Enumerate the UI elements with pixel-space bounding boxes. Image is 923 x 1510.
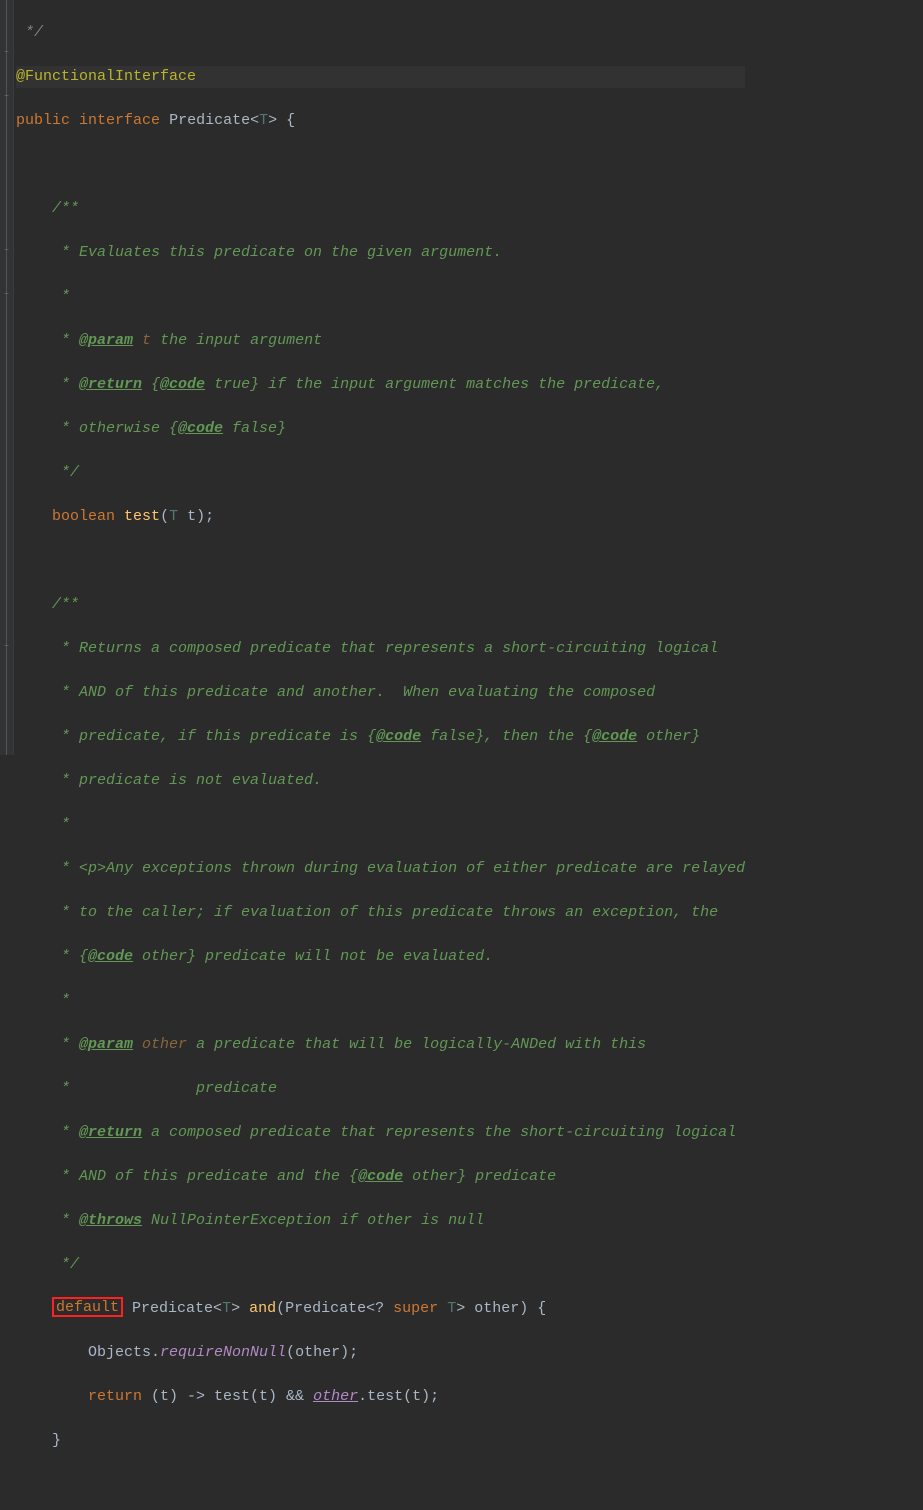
javadoc-tag-code: @code <box>358 1168 403 1185</box>
javadoc-line: * <box>16 1036 79 1053</box>
javadoc-text: true} if the input argument matches the … <box>205 376 664 393</box>
javadoc-text: the input argument <box>151 332 322 349</box>
javadoc-text: a predicate that will be logically-ANDed… <box>187 1036 646 1053</box>
comment-text: */ <box>16 24 43 41</box>
javadoc-text: a composed predicate that represents the… <box>142 1124 736 1141</box>
javadoc-tag-param: @param <box>79 1036 133 1053</box>
javadoc-tag-return: @return <box>79 376 142 393</box>
javadoc-text: false} <box>223 420 286 437</box>
gutter: − − − − − <box>0 0 14 755</box>
javadoc-line: * predicate, if this predicate is { <box>16 728 376 745</box>
keyword-super: super <box>393 1300 438 1317</box>
javadoc-tag-code: @code <box>592 728 637 745</box>
javadoc-tag-code: @code <box>88 948 133 965</box>
code-text: (t) -> test(t) && <box>142 1388 313 1405</box>
keyword-default: default <box>56 1299 119 1316</box>
type-param: T <box>259 112 268 129</box>
javadoc-line: * AND of this predicate and another. Whe… <box>16 684 655 701</box>
punct: (other); <box>286 1344 358 1361</box>
javadoc-line: * AND of this predicate and the { <box>16 1168 358 1185</box>
javadoc-line: * Returns a composed predicate that repr… <box>16 640 718 657</box>
javadoc-line: * otherwise { <box>16 420 178 437</box>
javadoc-text: if other is null <box>331 1212 484 1229</box>
javadoc-line: * <box>16 992 70 1009</box>
code-area[interactable]: */ @FunctionalInterface public interface… <box>14 0 745 755</box>
fold-toggle-icon[interactable]: − <box>2 48 11 57</box>
keyword-boolean: boolean <box>52 508 115 525</box>
type-param: T <box>169 508 178 525</box>
code-editor[interactable]: − − − − − */ @FunctionalInterface public… <box>0 0 923 755</box>
javadoc-line: * <box>16 1124 79 1141</box>
javadoc-line: * Evaluates this predicate on the given … <box>16 244 502 261</box>
fold-toggle-icon[interactable]: − <box>2 246 11 255</box>
type-name: Predicate <box>169 112 250 129</box>
javadoc-tag-code: @code <box>160 376 205 393</box>
type-param: T <box>222 1300 231 1317</box>
param-type: Predicate<? <box>285 1300 393 1317</box>
highlight-box: default <box>52 1297 123 1317</box>
punct: .test(t); <box>358 1388 439 1405</box>
type-param: T <box>447 1300 456 1317</box>
javadoc-close: */ <box>16 1256 79 1273</box>
javadoc-text: other} predicate <box>403 1168 556 1185</box>
javadoc-tag-code: @code <box>376 728 421 745</box>
javadoc-line: * to the caller; if evaluation of this p… <box>16 904 718 921</box>
fold-toggle-icon[interactable]: − <box>2 290 11 299</box>
javadoc-tag-return: @return <box>79 1124 142 1141</box>
javadoc-tag-code: @code <box>178 420 223 437</box>
javadoc-text: false}, then the { <box>421 728 592 745</box>
fold-toggle-icon[interactable]: − <box>2 92 11 101</box>
javadoc-param-name: other <box>142 1036 187 1053</box>
javadoc-text: other} predicate will not be evaluated. <box>133 948 493 965</box>
keyword-interface: interface <box>79 112 160 129</box>
keyword-return: return <box>88 1388 142 1405</box>
javadoc-line: * <box>16 1212 79 1229</box>
javadoc-line: * <box>16 816 70 833</box>
javadoc-tag-throws: @throws <box>79 1212 142 1229</box>
method-call: requireNonNull <box>160 1344 286 1361</box>
javadoc-param-name: t <box>142 332 151 349</box>
code-text: Objects. <box>16 1344 160 1361</box>
javadoc-open: /** <box>16 200 79 217</box>
punct: > other) { <box>456 1300 546 1317</box>
javadoc-exception: NullPointerException <box>151 1212 331 1229</box>
javadoc-line: * <box>16 376 79 393</box>
javadoc-line: * <box>16 288 70 305</box>
fold-toggle-icon[interactable]: − <box>2 642 11 651</box>
javadoc-open: /** <box>16 596 79 613</box>
annotation: @FunctionalInterface <box>16 68 196 85</box>
method-name: test <box>124 508 160 525</box>
identifier-other: other <box>313 1388 358 1405</box>
method-name: and <box>249 1300 276 1317</box>
return-type: Predicate <box>123 1300 213 1317</box>
javadoc-tag-param: @param <box>79 332 133 349</box>
javadoc-text: { <box>142 376 160 393</box>
javadoc-line: * { <box>16 948 88 965</box>
javadoc-line: * <box>16 332 79 349</box>
javadoc-line: * <p>Any exceptions thrown during evalua… <box>16 860 745 877</box>
javadoc-line: * predicate is not evaluated. <box>16 772 322 789</box>
javadoc-line: * predicate <box>16 1080 277 1097</box>
keyword-public: public <box>16 112 70 129</box>
javadoc-text: other} <box>637 728 700 745</box>
javadoc-close: */ <box>16 464 79 481</box>
close-brace: } <box>16 1432 61 1449</box>
